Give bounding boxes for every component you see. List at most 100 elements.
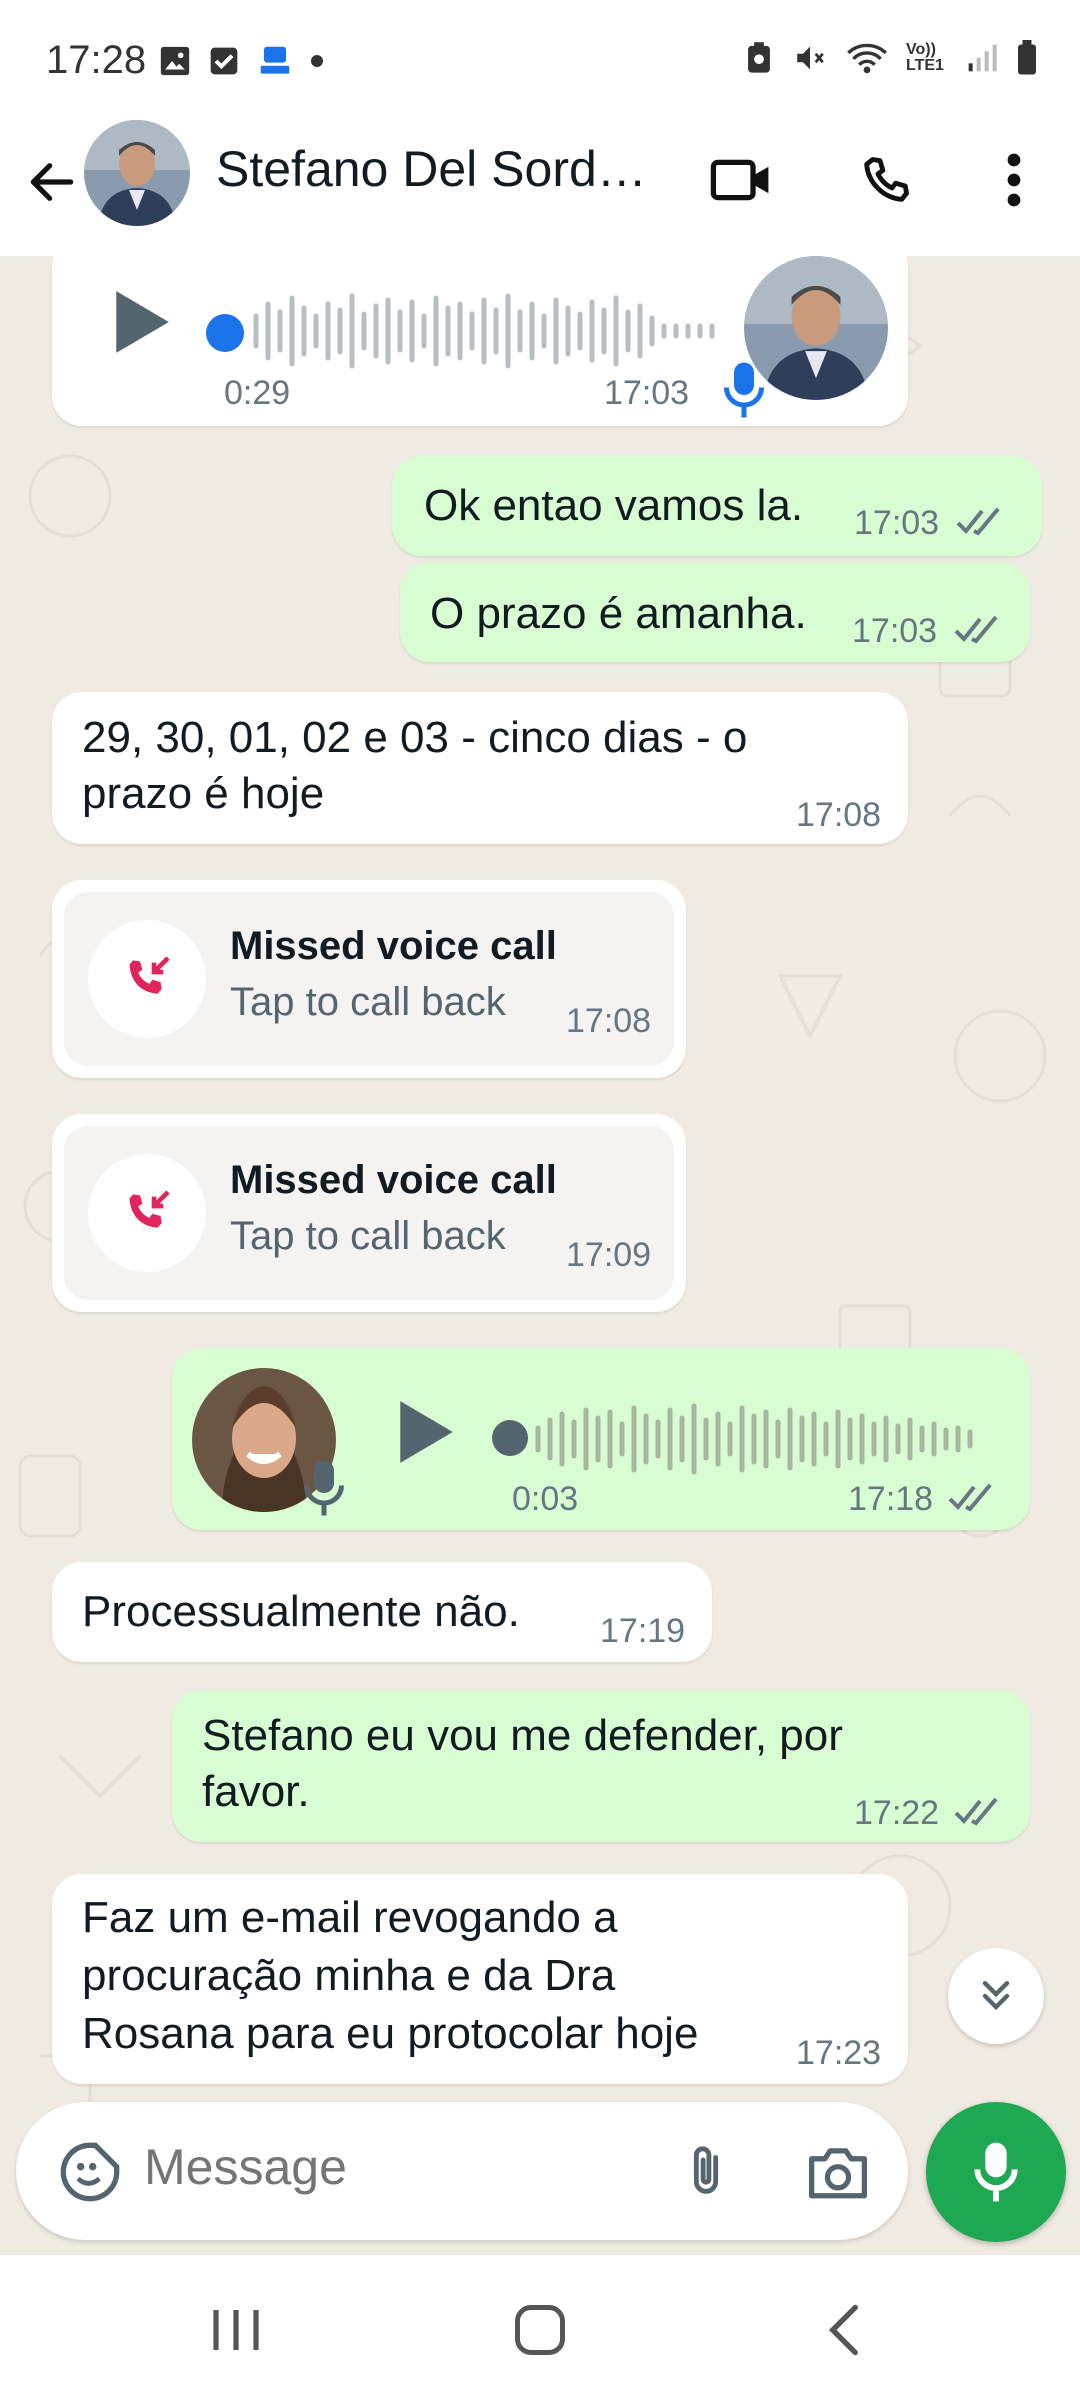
back-chevron-icon (828, 2304, 858, 2356)
back-nav-button[interactable] (794, 2295, 894, 2365)
message-text-line: Stefano eu vou me defender, por (202, 1711, 843, 1760)
missed-call-card[interactable]: Missed voice call Tap to call back 17:09 (64, 1126, 674, 1300)
mic-icon (304, 1458, 344, 1523)
chat-header: Stefano Del Sordo... (0, 110, 1080, 256)
battery-icon (1016, 40, 1038, 76)
message-outgoing: Stefano eu vou me defender, por favor. 1… (172, 1690, 1030, 1842)
voice-progress-dot[interactable] (206, 314, 244, 352)
status-bar: 17:28 Vo)) LTE1 (0, 0, 1080, 110)
message-time: 17:22 (854, 1794, 940, 1832)
chat-area[interactable]: 0:29 17:03 Ok entao vamos la. 17:03 O pr… (0, 256, 1080, 2255)
read-ticks-icon (948, 1483, 992, 1512)
sender-avatar (744, 256, 888, 400)
message-text-line: 29, 30, 01, 02 e 03 - cinco dias - o (82, 713, 748, 762)
play-button[interactable] (110, 288, 180, 368)
message-incoming: Processualmente não. 17:19 (52, 1562, 712, 1662)
home-icon (515, 2305, 565, 2355)
read-ticks-icon (956, 507, 1000, 536)
video-camera-icon (710, 159, 769, 201)
message-time: 17:03 (604, 374, 690, 412)
more-options-button[interactable] (974, 140, 1054, 220)
waveform (253, 293, 715, 369)
phone-icon (864, 157, 909, 202)
message-time: 17:08 (566, 1002, 652, 1040)
emoji-button[interactable] (50, 2132, 130, 2212)
missed-call-icon (129, 956, 170, 994)
play-icon (116, 291, 169, 353)
message-text: Processualmente não. (82, 1587, 520, 1636)
double-chevron-down-icon (982, 1980, 1010, 2011)
play-button[interactable] (394, 1398, 464, 1478)
voice-message-outgoing: 0:03 17:18 (172, 1348, 1030, 1530)
call-title: Missed voice call (230, 1158, 557, 1202)
message-text-line: prazo é hoje (82, 769, 325, 818)
back-arrow-icon (30, 163, 74, 201)
voice-call-button[interactable] (846, 140, 926, 220)
message-text-line: Rosana para eu protocolar hoje (82, 2009, 699, 2058)
message-text-line: favor. (202, 1767, 310, 1816)
missed-call-message: Missed voice call Tap to call back 17:08 (52, 880, 686, 1078)
missed-call-card[interactable]: Missed voice call Tap to call back 17:08 (64, 892, 674, 1066)
app-notification-icon (256, 42, 294, 80)
message-text: Ok entao vamos la. (424, 481, 804, 530)
voice-duration: 0:03 (512, 1480, 579, 1518)
camera-icon (809, 2148, 867, 2199)
voice-message-incoming: 0:29 17:03 (52, 256, 908, 426)
contact-name[interactable]: Stefano Del Sordo... (216, 140, 666, 198)
message-outgoing: Ok entao vamos la. 17:03 (392, 456, 1042, 556)
recent-apps-button[interactable] (186, 2295, 286, 2365)
call-subtitle: Tap to call back (230, 1214, 506, 1258)
voice-record-button[interactable] (926, 2102, 1066, 2242)
scroll-to-bottom-button[interactable] (948, 1948, 1044, 2044)
message-text-line: procuração minha e da Dra (82, 1951, 616, 2000)
call-title: Missed voice call (230, 924, 557, 968)
contact-avatar[interactable] (84, 120, 190, 226)
message-time: 17:03 (854, 504, 940, 542)
missed-call-icon-circle (88, 920, 206, 1038)
message-outgoing: O prazo é amanha. 17:03 (400, 562, 1030, 662)
lte-label: Vo)) LTE1 (906, 41, 944, 74)
mute-icon (792, 41, 828, 75)
video-call-button[interactable] (702, 140, 782, 220)
message-text: O prazo é amanha. (430, 589, 807, 638)
call-subtitle: Tap to call back (230, 980, 506, 1024)
more-vert-icon (1007, 153, 1021, 207)
dot-icon (310, 54, 324, 68)
message-input[interactable] (144, 2138, 644, 2196)
voice-progress-dot[interactable] (492, 1420, 528, 1456)
read-ticks-icon (954, 615, 998, 644)
message-time: 17:03 (852, 612, 938, 650)
home-button[interactable] (490, 2295, 590, 2365)
missed-call-icon (129, 1190, 170, 1228)
wifi-icon (846, 41, 888, 75)
message-text-line: Faz um e-mail revogando a (82, 1893, 618, 1942)
message-time: 17:19 (600, 1612, 686, 1650)
notification-icons (158, 42, 324, 80)
message-composer (16, 2102, 908, 2240)
voice-duration: 0:29 (224, 374, 291, 412)
message-time: 17:09 (566, 1236, 652, 1274)
back-button[interactable] (20, 142, 84, 222)
attach-button[interactable] (666, 2132, 746, 2212)
waveform (535, 1403, 973, 1475)
read-ticks-icon (954, 1797, 998, 1826)
message-incoming: Faz um e-mail revogando a procuração min… (52, 1874, 908, 2084)
signal-icon (966, 42, 998, 74)
missed-call-icon-circle (88, 1154, 206, 1272)
missed-call-message: Missed voice call Tap to call back 17:09 (52, 1114, 686, 1312)
microphone-icon (974, 2142, 1018, 2202)
system-icons: Vo)) LTE1 (744, 40, 1038, 76)
mic-icon (724, 360, 764, 425)
status-time: 17:28 (46, 38, 147, 82)
message-time: 17:08 (796, 796, 882, 834)
play-icon (400, 1401, 453, 1463)
checkbox-icon (208, 45, 240, 77)
battery-saver-icon (744, 41, 774, 75)
gallery-icon (158, 44, 192, 78)
message-time: 17:18 (848, 1480, 934, 1518)
message-incoming: 29, 30, 01, 02 e 03 - cinco dias - o pra… (52, 692, 908, 844)
paperclip-icon (693, 2146, 719, 2194)
camera-button[interactable] (798, 2132, 878, 2212)
message-time: 17:23 (796, 2034, 882, 2072)
system-navigation-bar (0, 2255, 1080, 2400)
